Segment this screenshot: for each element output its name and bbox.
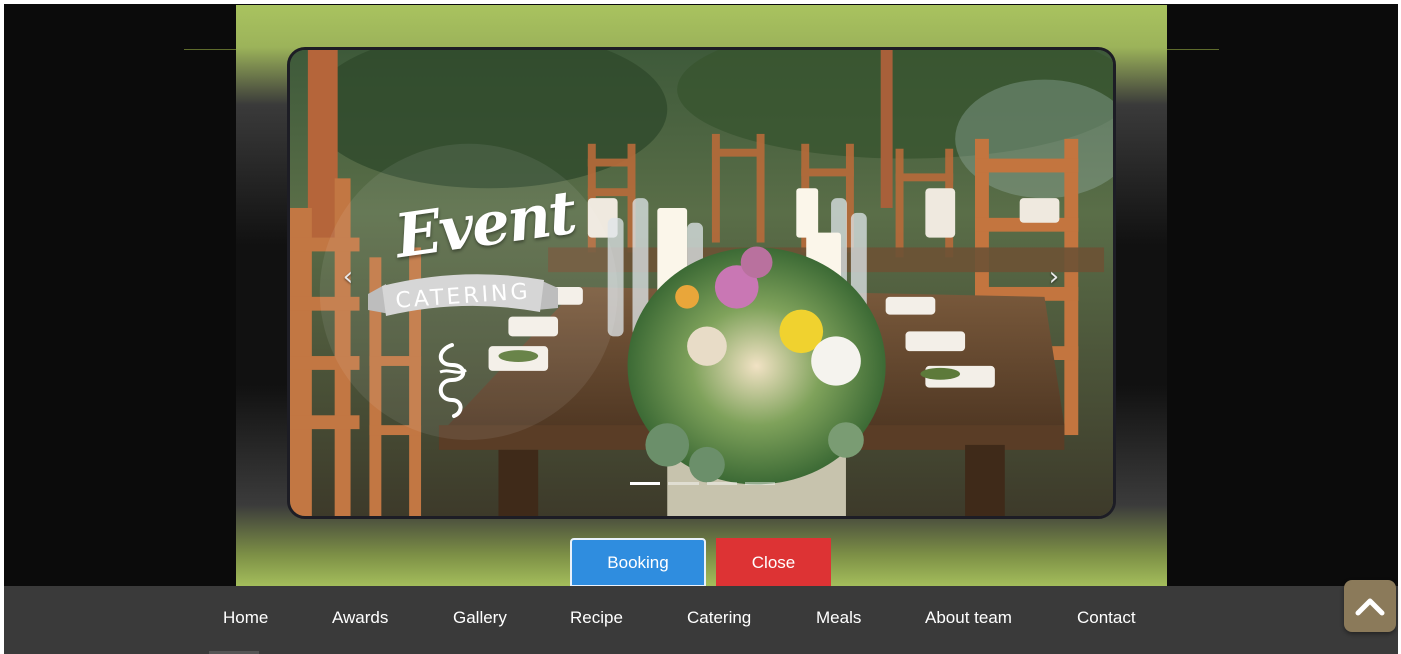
carousel-indicator-2[interactable]: [668, 482, 699, 485]
flourish-ornament-icon: [438, 343, 467, 418]
nav-item-about-team[interactable]: About team: [925, 608, 1012, 628]
nav-item-contact[interactable]: Contact: [1077, 608, 1136, 628]
logo-word: Event: [391, 177, 580, 273]
carousel-indicator-1[interactable]: [630, 482, 661, 485]
booking-button[interactable]: Booking: [570, 538, 706, 587]
event-catering-logo: Event CATERING: [340, 170, 580, 440]
carousel-indicator-3[interactable]: [706, 482, 737, 485]
nav-item-recipe[interactable]: Recipe: [570, 608, 623, 628]
nav-item-home[interactable]: Home: [223, 608, 268, 628]
carousel-prev-icon[interactable]: ‹: [338, 262, 358, 292]
scroll-to-top-button[interactable]: [1344, 580, 1396, 632]
close-button[interactable]: Close: [716, 538, 831, 587]
chevron-up-icon: [1355, 598, 1385, 616]
logo-ribbon: CATERING: [368, 270, 558, 326]
nav-item-awards[interactable]: Awards: [332, 608, 388, 628]
carousel-next-icon[interactable]: ›: [1044, 262, 1064, 292]
bottom-navbar: Home Awards Gallery Recipe Catering Meal…: [4, 586, 1398, 654]
nav-item-meals[interactable]: Meals: [816, 608, 861, 628]
carousel-indicators: [630, 482, 775, 486]
carousel-indicator-4[interactable]: [744, 482, 775, 485]
nav-item-gallery[interactable]: Gallery: [453, 608, 507, 628]
nav-item-catering[interactable]: Catering: [687, 608, 751, 628]
